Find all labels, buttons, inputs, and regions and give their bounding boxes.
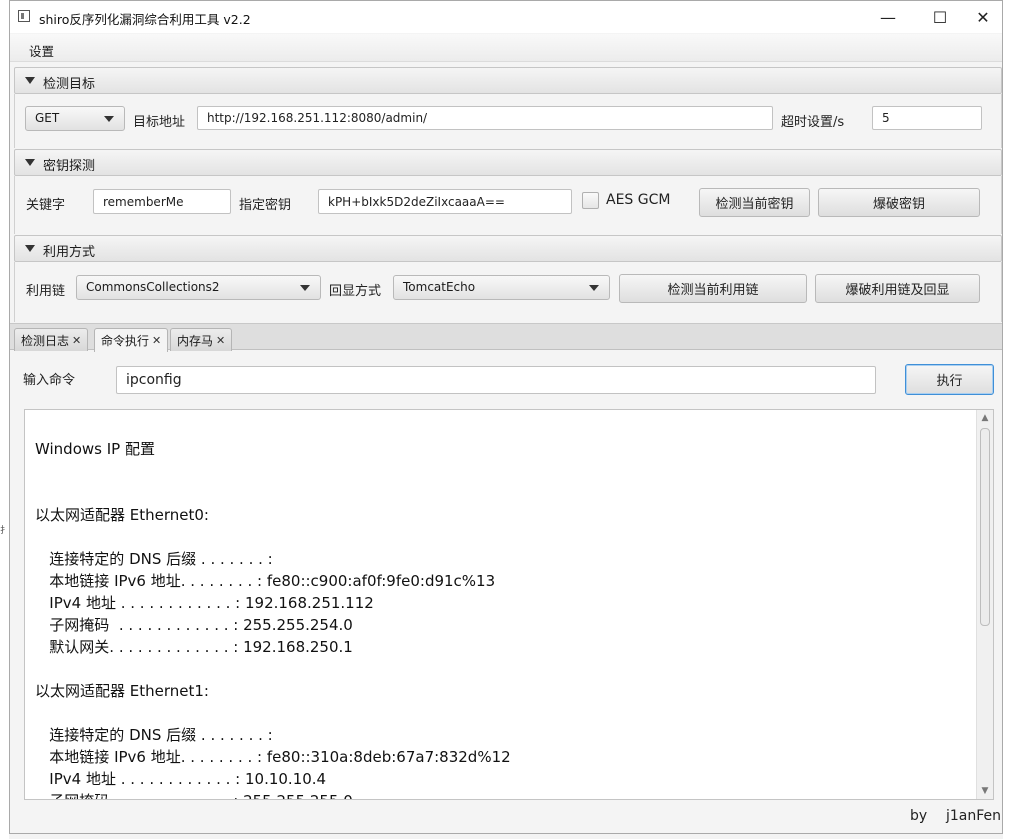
tab-log[interactable]: 检测日志 ✕ <box>14 328 89 351</box>
section-title: 利用方式 <box>43 245 96 260</box>
output-line: 连接特定的 DNS 后缀 . . . . . . . : <box>35 726 273 744</box>
tab-label: 内存马 <box>177 333 214 348</box>
close-icon[interactable]: ✕ <box>72 334 81 347</box>
aes-gcm-checkbox[interactable] <box>582 192 599 209</box>
menu-bar: 设置 <box>10 34 1002 62</box>
section-title: 密钥探测 <box>43 159 96 174</box>
background-app-right <box>1003 0 1016 839</box>
background-app-left: 扌 <box>0 0 9 839</box>
execute-button[interactable]: 执行 <box>905 364 994 395</box>
tab-bar: 检测日志 ✕ 命令执行 ✕ 内存马 ✕ <box>10 323 1002 352</box>
timeout-input[interactable] <box>872 106 982 130</box>
tab-command[interactable]: 命令执行 ✕ <box>94 328 169 352</box>
key-label: 指定密钥 <box>239 198 292 213</box>
command-label: 输入命令 <box>23 373 76 388</box>
collapse-arrow-icon[interactable] <box>25 77 35 84</box>
chevron-down-icon <box>589 285 599 291</box>
keyword-label: 关键字 <box>26 198 66 213</box>
aes-gcm-label: AES GCM <box>606 192 671 208</box>
echo-label: 回显方式 <box>329 284 382 299</box>
collapse-arrow-icon[interactable] <box>25 159 35 166</box>
echo-value: TomcatEcho <box>403 280 476 294</box>
tab-label: 检测日志 <box>21 333 70 348</box>
output-line: 以太网适配器 Ethernet1: <box>35 682 209 700</box>
scroll-up-icon[interactable]: ▲ <box>977 410 993 426</box>
method-value: GET <box>35 111 60 125</box>
footer-author: j1anFen <box>946 808 1002 824</box>
chevron-down-icon <box>104 116 114 122</box>
scroll-thumb[interactable] <box>980 428 990 626</box>
chain-value: CommonsCollections2 <box>86 280 220 294</box>
section-key-header[interactable]: 密钥探测 <box>14 149 1002 176</box>
output-line: 本地链接 IPv6 地址. . . . . . . . : fe80::310a… <box>35 748 511 766</box>
footer-by: by <box>910 808 928 824</box>
collapse-arrow-icon[interactable] <box>25 245 35 252</box>
app-window: shiro反序列化漏洞综合利用工具 v2.2 — ☐ ✕ 设置 检测目标 GET… <box>9 0 1003 834</box>
output-line: IPv4 地址 . . . . . . . . . . . . : 192.16… <box>35 594 374 612</box>
url-input[interactable] <box>197 106 773 130</box>
chain-select[interactable]: CommonsCollections2 <box>76 275 321 300</box>
menu-settings[interactable]: 设置 <box>29 41 54 60</box>
close-icon[interactable]: ✕ <box>960 1 1006 33</box>
window-title: shiro反序列化漏洞综合利用工具 v2.2 <box>39 12 251 27</box>
brute-chain-button[interactable]: 爆破利用链及回显 <box>815 274 980 303</box>
output-line: 子网掩码 . . . . . . . . . . . . : 255.255.2… <box>35 616 353 634</box>
timeout-label: 超时设置/s <box>781 115 845 130</box>
output-line: IPv4 地址 . . . . . . . . . . . . : 10.10.… <box>35 770 327 788</box>
detect-key-button[interactable]: 检测当前密钥 <box>699 188 810 217</box>
chevron-down-icon <box>300 285 310 291</box>
method-select[interactable]: GET <box>25 106 125 131</box>
output-textarea[interactable]: Windows IP 配置 以太网适配器 Ethernet0: 连接特定的 DN… <box>24 409 994 800</box>
output-line: 连接特定的 DNS 后缀 . . . . . . . : <box>35 550 273 568</box>
output-line: 默认网关. . . . . . . . . . . . . : 192.168.… <box>35 638 353 656</box>
maximize-icon[interactable]: ☐ <box>917 1 963 33</box>
brute-key-button[interactable]: 爆破密钥 <box>818 188 980 217</box>
tab-label: 命令执行 <box>101 334 150 348</box>
command-input[interactable] <box>116 366 876 394</box>
close-icon[interactable]: ✕ <box>152 334 161 347</box>
close-icon[interactable]: ✕ <box>216 334 225 347</box>
output-line: 本地链接 IPv6 地址. . . . . . . . : fe80::c900… <box>35 572 496 590</box>
scroll-down-icon[interactable]: ▼ <box>977 783 993 799</box>
section-target-body: GET 目标地址 超时设置/s <box>14 94 1002 148</box>
key-input[interactable] <box>318 189 572 214</box>
output-line: Windows IP 配置 <box>35 440 155 458</box>
background-fragment: 扌 <box>0 526 10 536</box>
section-target-header[interactable]: 检测目标 <box>14 67 1002 94</box>
tab-memshell[interactable]: 内存马 ✕ <box>170 328 233 351</box>
detect-chain-button[interactable]: 检测当前利用链 <box>619 274 807 303</box>
echo-select[interactable]: TomcatEcho <box>393 275 610 300</box>
title-bar[interactable]: shiro反序列化漏洞综合利用工具 v2.2 — ☐ ✕ <box>10 1 1002 33</box>
url-label: 目标地址 <box>133 115 186 130</box>
minimize-icon[interactable]: — <box>865 1 911 33</box>
section-exploit-body: 利用链 CommonsCollections2 回显方式 TomcatEcho … <box>14 262 1002 322</box>
vertical-scrollbar[interactable]: ▲ ▼ <box>976 410 993 799</box>
chain-label: 利用链 <box>26 284 66 299</box>
section-exploit-header[interactable]: 利用方式 <box>14 235 1002 262</box>
app-icon <box>18 10 30 22</box>
keyword-input[interactable] <box>93 189 231 214</box>
output-line: 子网掩码 . . . . . . . . . . . . : 255.255.2… <box>35 790 353 799</box>
section-title: 检测目标 <box>43 77 96 92</box>
output-line: 以太网适配器 Ethernet0: <box>35 506 209 524</box>
section-key-body: 关键字 指定密钥 AES GCM 检测当前密钥 爆破密钥 <box>14 176 1002 234</box>
